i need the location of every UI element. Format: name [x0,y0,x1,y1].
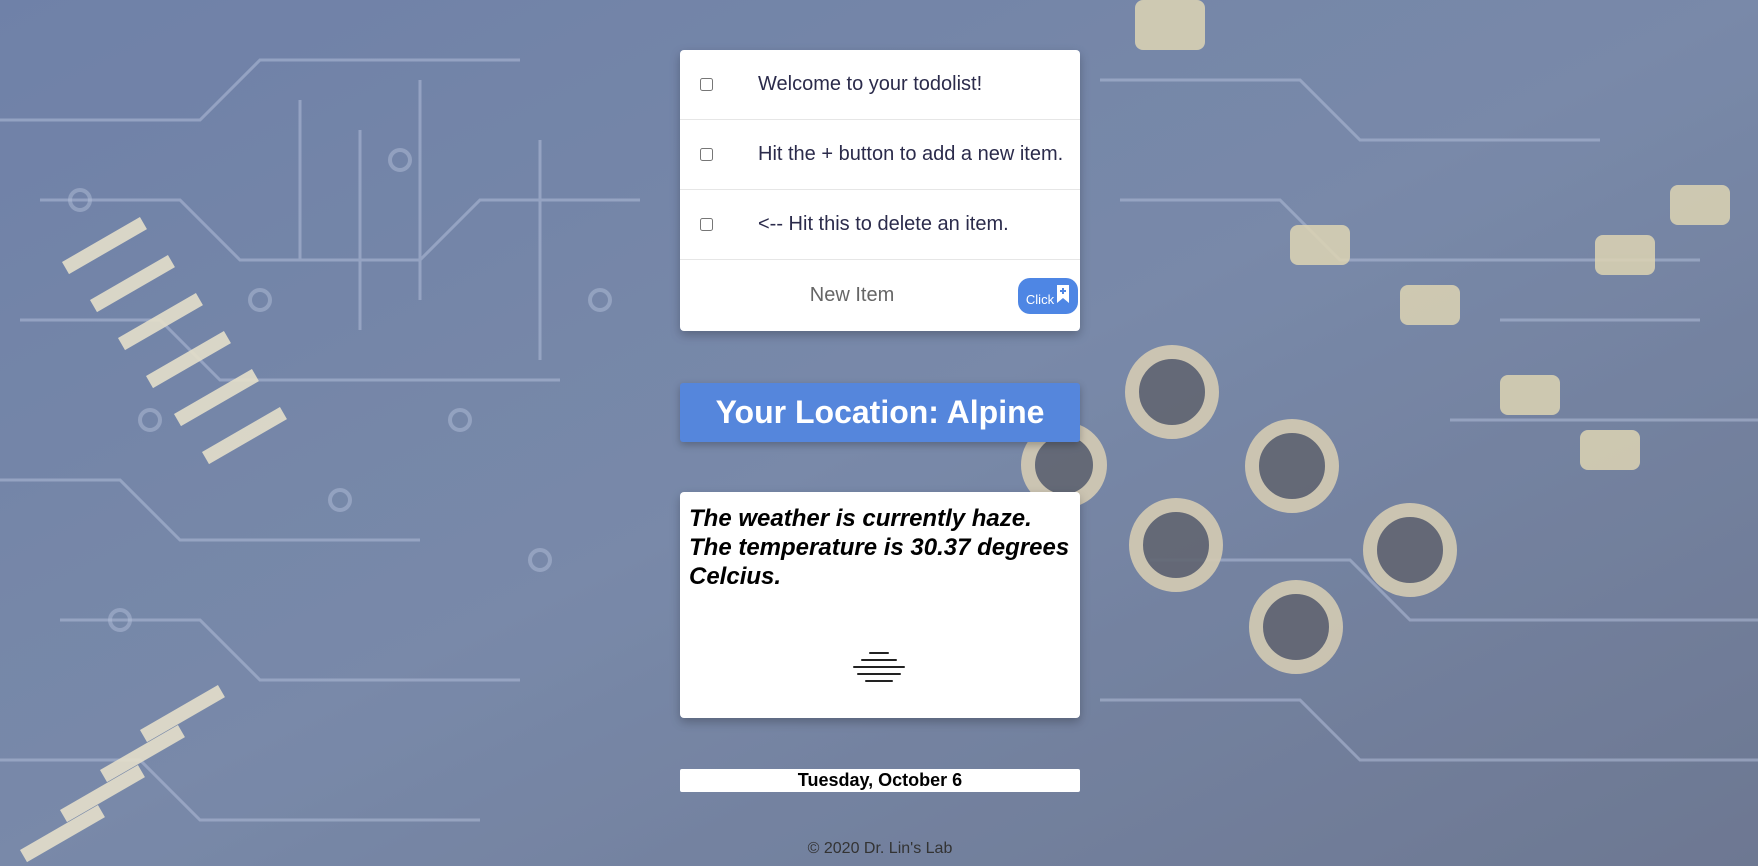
todo-item-label: Welcome to your todolist! [758,73,983,95]
date-display: Tuesday, October 6 [680,769,1080,792]
add-item-button[interactable]: Click [1018,278,1078,314]
footer-copyright: © 2020 Dr. Lin's Lab [807,840,953,857]
new-item-form: Click [680,260,1080,331]
location-banner: Your Location: Alpine [680,383,1080,442]
todo-item-label: Hit the + button to add a new item. [758,143,1064,165]
bookmark-plus-icon [1057,285,1070,303]
todo-item-label: <-- Hit this to delete an item. [758,213,1009,235]
todo-item: Hit the + button to add a new item. [680,120,1080,190]
todo-item-checkbox[interactable] [700,78,713,91]
add-item-button-label: Click [1025,291,1055,307]
new-item-input[interactable] [700,283,1004,308]
page-content: Welcome to your todolist! Hit the + butt… [0,0,1758,866]
todo-item: Welcome to your todolist! [680,50,1080,120]
haze-icon [853,652,905,682]
todo-item: <-- Hit this to delete an item. [680,190,1080,260]
todo-list: Welcome to your todolist! Hit the + butt… [680,50,1080,331]
weather-card: The weather is currently haze. The tempe… [680,492,1080,718]
todo-item-checkbox[interactable] [700,218,713,231]
weather-description: The weather is currently haze. The tempe… [689,505,1070,590]
todo-item-checkbox[interactable] [700,148,713,161]
